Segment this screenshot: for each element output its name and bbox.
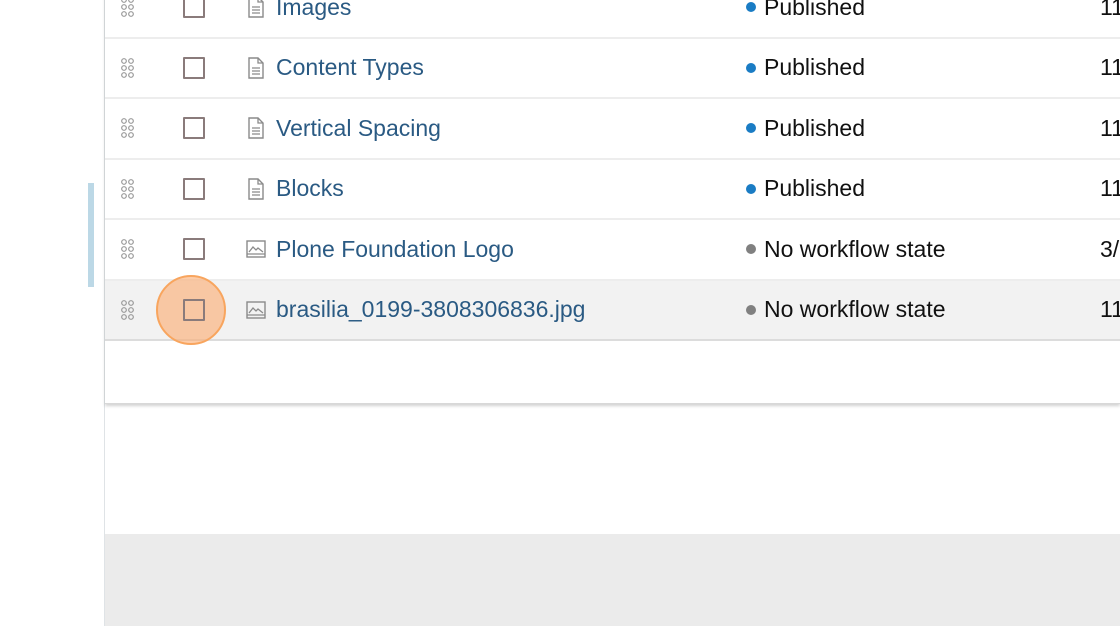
- modified-date: 11: [1100, 0, 1120, 20]
- sidebar: [0, 0, 105, 626]
- table-row[interactable]: Plone Foundation Logo No workflow state …: [105, 220, 1120, 281]
- review-state: Published: [764, 114, 866, 141]
- review-state: Published: [764, 54, 866, 81]
- document-icon: [246, 178, 266, 200]
- review-state: Published: [764, 0, 866, 20]
- table-row[interactable]: brasilia_0199-3808306836.jpg No workflow…: [105, 274, 1120, 345]
- table-row[interactable]: Vertical Spacing Published 11: [105, 99, 1120, 160]
- image-icon: [246, 238, 266, 260]
- image-icon: [246, 299, 266, 321]
- item-title-link[interactable]: Vertical Spacing: [276, 115, 441, 142]
- review-state: No workflow state: [764, 235, 946, 262]
- item-title-link[interactable]: Images: [276, 0, 351, 21]
- item-title-link[interactable]: brasilia_0199-3808306836.jpg: [276, 296, 585, 323]
- state-dot-icon: [746, 2, 756, 13]
- table-row[interactable]: Blocks Published 11: [105, 160, 1120, 220]
- drag-handle-icon[interactable]: [121, 118, 135, 139]
- drag-handle-icon[interactable]: [121, 239, 135, 260]
- modified-date: 11: [1100, 296, 1120, 323]
- modified-date: 3/: [1100, 235, 1120, 262]
- document-icon: [246, 0, 266, 18]
- document-icon: [246, 57, 266, 79]
- row-checkbox[interactable]: [183, 56, 205, 79]
- row-checkbox[interactable]: [183, 177, 205, 200]
- row-checkbox[interactable]: [183, 0, 205, 19]
- row-checkbox[interactable]: [183, 298, 205, 321]
- review-state: Published: [764, 175, 866, 202]
- state-dot-icon: [746, 183, 756, 194]
- state-dot-icon: [746, 244, 756, 255]
- table-row[interactable]: Images Published 11: [105, 0, 1120, 39]
- state-dot-icon: [746, 304, 756, 315]
- drag-handle-icon[interactable]: [121, 0, 135, 18]
- item-title-link[interactable]: Blocks: [276, 175, 344, 202]
- modified-date: 11: [1100, 175, 1120, 202]
- document-icon: [246, 117, 266, 139]
- state-dot-icon: [746, 123, 756, 134]
- row-checkbox[interactable]: [183, 117, 205, 140]
- scrollbar[interactable]: [88, 183, 94, 287]
- item-title-link[interactable]: Content Types: [276, 54, 424, 81]
- table-row[interactable]: Content Types Published 11: [105, 39, 1120, 99]
- contents-table: Images Published 11 Content Types Publis…: [105, 0, 1120, 404]
- item-title-link[interactable]: Plone Foundation Logo: [276, 236, 514, 263]
- state-dot-icon: [746, 62, 756, 73]
- footer: [105, 534, 1120, 626]
- modified-date: 11: [1100, 54, 1120, 81]
- drag-handle-icon[interactable]: [121, 57, 135, 78]
- review-state: No workflow state: [764, 296, 946, 323]
- modified-date: 11: [1100, 114, 1120, 141]
- row-checkbox[interactable]: [183, 238, 205, 261]
- drag-handle-icon[interactable]: [121, 299, 135, 320]
- drag-handle-icon[interactable]: [121, 178, 135, 199]
